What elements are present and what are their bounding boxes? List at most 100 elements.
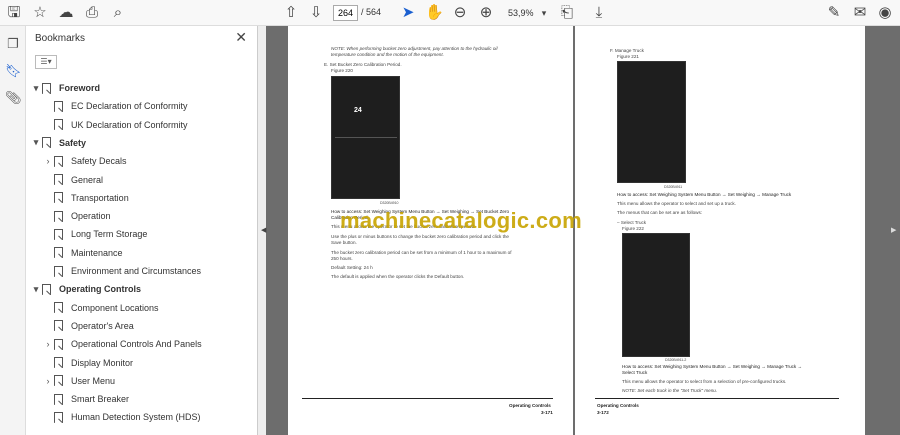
bookmark-item[interactable]: › Safety Decals xyxy=(42,152,127,170)
bookmark-item[interactable]: Smart Breaker xyxy=(42,390,129,408)
bookmarks-panel: Bookmarks ✕ ☰▾ ▾ Foreword EC Declaration o… xyxy=(26,26,276,435)
bookmark-label: General xyxy=(71,174,104,185)
expand-chevron-icon[interactable]: ▾ xyxy=(30,284,42,295)
page-number-input[interactable]: 264 xyxy=(333,5,358,21)
how-to-access: How to access: Set Weighing System Menu … xyxy=(622,364,803,369)
chevron-down-icon[interactable]: ▾ xyxy=(535,4,553,22)
left-rail: ❐ 🔖︎ 📎︎ xyxy=(0,26,26,435)
sign-icon[interactable]: ✎ xyxy=(825,4,843,22)
bookmark-icon xyxy=(42,137,51,149)
bookmark-item[interactable]: ▾ Foreword xyxy=(30,79,100,97)
bookmark-icon xyxy=(42,82,51,94)
bookmark-item[interactable]: › Operational Controls And Panels xyxy=(42,335,202,353)
bookmark-item[interactable]: Maintenance xyxy=(42,244,123,262)
bookmark-label: Human Detection System (HDS) xyxy=(71,412,201,423)
bookmark-item[interactable]: Operation xyxy=(42,207,111,225)
bookmark-item[interactable]: › User Menu xyxy=(42,372,115,390)
bookmark-icon xyxy=(42,283,51,295)
bookmark-icon xyxy=(54,393,63,405)
zoom-out-icon[interactable]: ⊖ xyxy=(451,4,469,22)
attachments-icon[interactable]: 📎︎ xyxy=(5,90,22,106)
bookmark-item[interactable]: Operator's Area xyxy=(42,317,134,335)
pages-thumbnail-icon[interactable]: ❐ xyxy=(5,36,21,52)
bookmark-icon xyxy=(54,357,63,368)
bookmark-icon xyxy=(54,174,63,185)
bookmark-item[interactable]: Human Detection System (HDS) xyxy=(42,408,201,426)
bookmark-icon xyxy=(54,210,63,222)
bookmark-icon xyxy=(54,411,63,423)
zoom-in-icon[interactable]: ⊕ xyxy=(477,4,495,22)
paragraph: This menu allows the operator to select … xyxy=(622,379,787,384)
expand-chevron-icon[interactable]: › xyxy=(42,339,54,349)
account-icon[interactable]: ◉ xyxy=(876,4,894,22)
scroll-mode-icon[interactable]: ⤓ xyxy=(590,4,608,22)
figure-label: Figure 220 xyxy=(331,68,353,73)
hand-tool-icon[interactable]: ✋ xyxy=(425,4,444,22)
bookmark-item[interactable]: Transportation xyxy=(42,189,129,207)
page-down-icon[interactable]: ⇩ xyxy=(307,4,325,22)
expand-chevron-icon[interactable]: ▾ xyxy=(30,83,42,94)
page-total: / 564 xyxy=(361,7,382,17)
expand-chevron-icon[interactable]: › xyxy=(42,156,54,166)
figure-screen-image xyxy=(622,233,690,357)
bookmark-item[interactable]: General xyxy=(42,171,103,189)
bookmark-label: Foreword xyxy=(59,83,101,93)
close-icon[interactable]: ✕ xyxy=(235,29,247,46)
bookmark-icon xyxy=(54,338,63,350)
bookmark-item[interactable]: UK Declaration of Conformity xyxy=(42,116,188,134)
default-setting: Default Setting: 24 h xyxy=(331,265,373,270)
paragraph: 250 hours. xyxy=(331,256,353,261)
bookmark-icon xyxy=(54,155,63,167)
bookmark-label: UK Declaration of Conformity xyxy=(71,119,188,130)
search-icon[interactable]: ⌕ xyxy=(109,4,127,22)
bookmark-label: Long Term Storage xyxy=(71,229,148,240)
page-up-icon[interactable]: ⇧ xyxy=(282,4,300,22)
save-icon[interactable]: 🖫 xyxy=(5,4,23,22)
bookmark-label: Display Monitor xyxy=(71,357,134,368)
print-icon[interactable]: ⎙ xyxy=(83,4,101,22)
panel-title: Bookmarks xyxy=(35,33,86,44)
paragraph: The menus that can be set are as follows… xyxy=(617,210,703,215)
bookmark-label: Safety Decals xyxy=(71,156,127,167)
bookmark-label: Environment and Circumstances xyxy=(71,266,202,276)
bookmark-options-button[interactable]: ☰▾ xyxy=(35,55,57,69)
email-icon[interactable]: ✉ xyxy=(851,4,869,22)
expand-chevron-icon[interactable]: › xyxy=(42,376,54,386)
how-to-access-2: Select Truck xyxy=(622,370,648,375)
how-to-access: How to access: Set Weighing System Menu … xyxy=(617,192,792,197)
bookmark-label: User Menu xyxy=(71,375,116,386)
bookmark-label: Operation xyxy=(71,211,111,222)
select-cursor-icon[interactable]: ➤ xyxy=(399,4,417,22)
paragraph: This menu allows the operator to select … xyxy=(617,201,736,206)
page-fit-icon[interactable]: ⎗ xyxy=(558,4,576,22)
bookmark-item[interactable]: Environment and Circumstances xyxy=(42,262,201,280)
bookmark-label: Operating Controls xyxy=(59,284,142,295)
bookmark-label: EC Declaration of Conformity xyxy=(71,101,188,112)
expand-chevron-icon[interactable]: ▾ xyxy=(30,137,42,148)
bookmark-icon xyxy=(54,247,63,259)
bookmark-item[interactable]: EC Declaration of Conformity xyxy=(42,97,188,115)
bookmark-icon xyxy=(54,302,63,314)
bookmark-icon xyxy=(54,265,63,277)
collapse-panel-arrow-icon[interactable]: ◀ xyxy=(261,226,266,234)
figure-screen-image: 24 xyxy=(331,76,400,199)
page-3-172: F. Manage Truck Figure 221 D320B4911 How… xyxy=(575,26,865,435)
screen-value: 24 xyxy=(354,107,362,114)
expand-panel-arrow-icon[interactable]: ▶ xyxy=(891,226,896,234)
bookmark-label: Operator's Area xyxy=(71,320,134,331)
bookmark-label: Smart Breaker xyxy=(71,394,130,405)
bookmark-item[interactable]: ▾ Safety xyxy=(30,134,86,152)
bookmark-item[interactable]: Component Locations xyxy=(42,299,159,317)
bookmark-label: Operational Controls And Panels xyxy=(71,339,202,350)
bookmark-item[interactable]: Display Monitor xyxy=(42,354,133,372)
figure-id: D320B4910 xyxy=(380,201,399,205)
figure-id: D320B4911-2 xyxy=(665,358,687,362)
upload-cloud-icon[interactable]: ☁ xyxy=(57,4,75,22)
bookmark-item[interactable]: ▾ Operating Controls xyxy=(30,280,141,298)
bookmark-star-icon[interactable]: ☆ xyxy=(31,4,49,22)
bookmarks-panel-icon[interactable]: 🔖︎ xyxy=(5,63,22,79)
figure-label: Figure 222 xyxy=(622,226,644,231)
bookmark-item[interactable]: Long Term Storage xyxy=(42,225,147,243)
footer-page: 3-172 xyxy=(597,410,609,415)
figure-screen-image xyxy=(617,61,686,183)
